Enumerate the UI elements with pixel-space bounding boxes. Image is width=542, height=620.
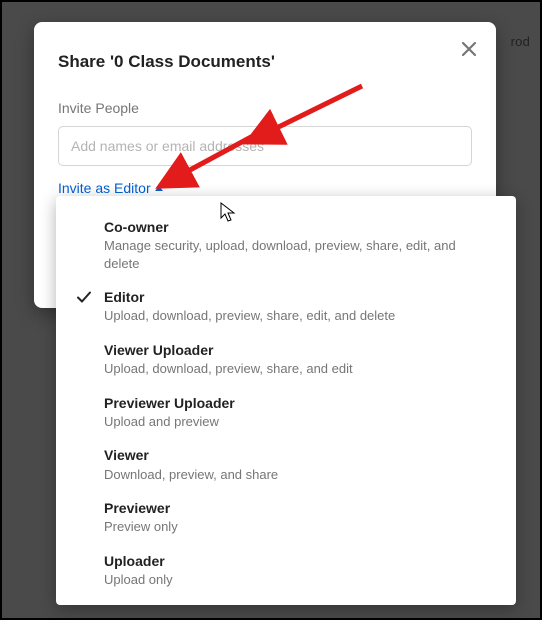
role-title: Viewer Uploader: [104, 341, 492, 359]
role-desc: Manage security, upload, download, previ…: [104, 237, 492, 272]
background-fragment-text: rod: [511, 34, 530, 49]
check-icon: [76, 289, 92, 305]
role-title: Previewer: [104, 499, 492, 517]
role-option-editor[interactable]: Editor Upload, download, preview, share,…: [56, 280, 516, 333]
role-option-uploader[interactable]: Uploader Upload only: [56, 544, 516, 597]
role-option-viewer[interactable]: Viewer Download, preview, and share: [56, 438, 516, 491]
invite-people-label: Invite People: [58, 100, 472, 116]
caret-up-icon: [155, 186, 163, 191]
role-desc: Upload and preview: [104, 413, 492, 431]
role-desc: Upload, download, preview, share, edit, …: [104, 307, 492, 325]
role-title: Editor: [104, 288, 492, 306]
role-option-viewer-uploader[interactable]: Viewer Uploader Upload, download, previe…: [56, 333, 516, 386]
close-button[interactable]: [456, 36, 482, 62]
role-desc: Preview only: [104, 518, 492, 536]
role-selector-label: Invite as Editor: [58, 180, 151, 196]
role-dropdown: Co-owner Manage security, upload, downlo…: [56, 196, 516, 605]
role-title: Viewer: [104, 446, 492, 464]
role-desc: Upload only: [104, 571, 492, 589]
role-title: Previewer Uploader: [104, 394, 492, 412]
role-title: Co-owner: [104, 218, 492, 236]
role-desc: Download, preview, and share: [104, 466, 492, 484]
role-title: Uploader: [104, 552, 492, 570]
modal-title: Share '0 Class Documents': [58, 52, 472, 72]
role-option-previewer[interactable]: Previewer Preview only: [56, 491, 516, 544]
role-selector[interactable]: Invite as Editor: [58, 180, 163, 196]
role-option-previewer-uploader[interactable]: Previewer Uploader Upload and preview: [56, 386, 516, 439]
invite-input[interactable]: [58, 126, 472, 166]
role-option-co-owner[interactable]: Co-owner Manage security, upload, downlo…: [56, 210, 516, 280]
close-icon: [461, 41, 477, 57]
role-desc: Upload, download, preview, share, and ed…: [104, 360, 492, 378]
